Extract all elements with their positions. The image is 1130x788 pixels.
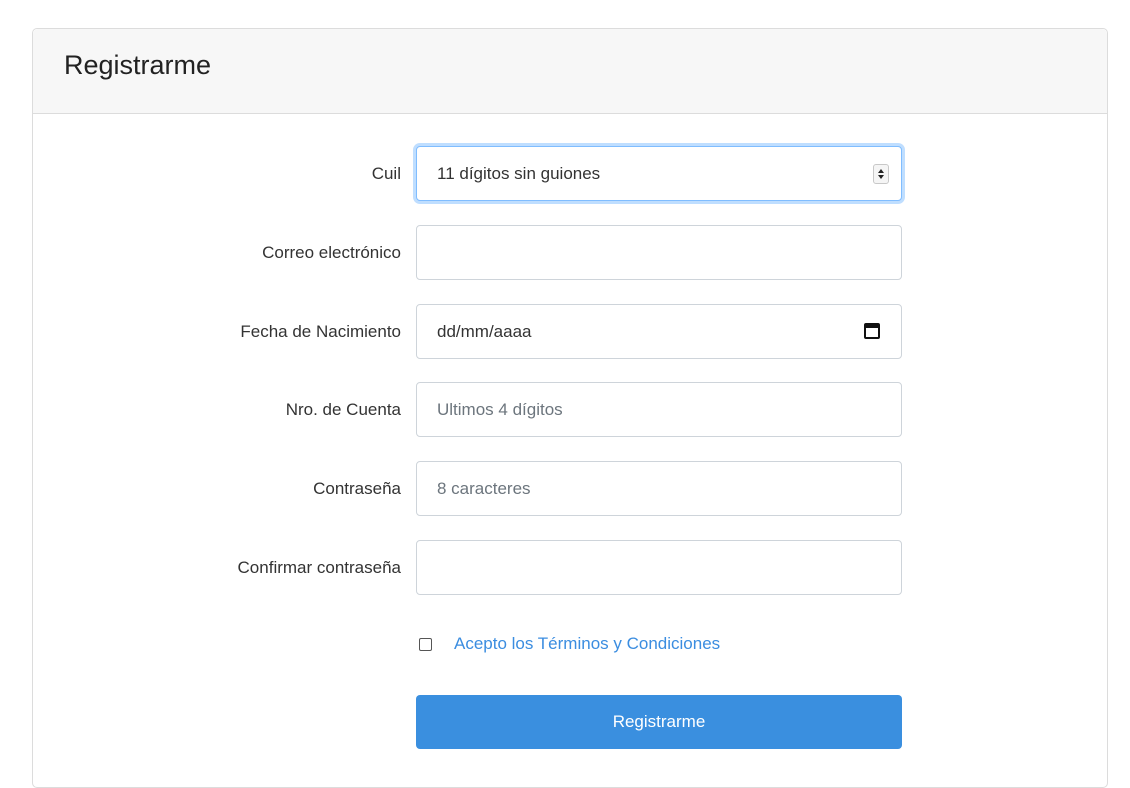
spinner-arrows-icon[interactable] xyxy=(873,164,889,184)
birthdate-label: Fecha de Nacimiento xyxy=(240,322,401,341)
calendar-icon[interactable] xyxy=(864,323,880,339)
card-title: Registrarme xyxy=(64,49,212,80)
cuil-label: Cuil xyxy=(371,164,401,183)
account-label: Nro. de Cuenta xyxy=(285,400,401,419)
terms-row: Acepto los Términos y Condiciones xyxy=(416,629,720,659)
email-row: Correo electrónico xyxy=(33,225,1107,280)
registration-card: Registrarme Cuil 11 dígitos sin guiones … xyxy=(32,28,1108,788)
account-input[interactable] xyxy=(416,382,902,437)
birthdate-input-text: dd/mm/aaaa xyxy=(437,322,532,341)
email-label: Correo electrónico xyxy=(262,243,401,262)
terms-checkbox[interactable] xyxy=(419,637,432,651)
cuil-input-text: 11 dígitos sin guiones xyxy=(437,164,601,183)
cuil-row: Cuil 11 dígitos sin guiones xyxy=(33,146,1107,201)
confirm-password-input[interactable] xyxy=(416,540,902,595)
password-input[interactable] xyxy=(416,461,902,516)
cuil-input[interactable]: 11 dígitos sin guiones xyxy=(416,146,902,201)
register-button[interactable]: Registrarme xyxy=(416,695,902,749)
password-row: Contraseña xyxy=(33,461,1107,516)
birthdate-row: Fecha de Nacimiento dd/mm/aaaa xyxy=(33,304,1107,359)
account-row: Nro. de Cuenta xyxy=(33,382,1107,437)
password-label: Contraseña xyxy=(313,479,401,498)
terms-link[interactable]: Acepto los Términos y Condiciones xyxy=(454,634,720,654)
confirm-password-label: Confirmar contraseña xyxy=(237,558,401,577)
confirm-password-row: Confirmar contraseña xyxy=(33,540,1107,595)
email-input[interactable] xyxy=(416,225,902,280)
birthdate-input[interactable]: dd/mm/aaaa xyxy=(416,304,902,359)
card-header: Registrarme xyxy=(33,29,1107,114)
